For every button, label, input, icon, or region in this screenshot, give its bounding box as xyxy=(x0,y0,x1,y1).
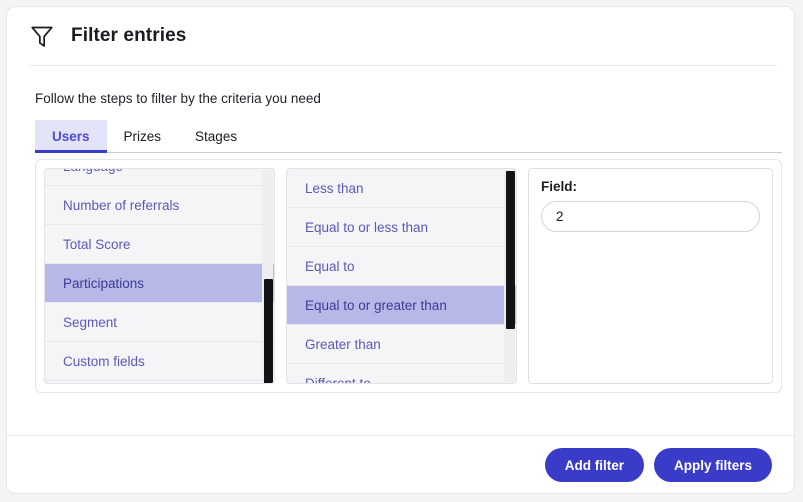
apply-filters-button[interactable]: Apply filters xyxy=(653,448,772,482)
field-value-input[interactable] xyxy=(540,201,760,232)
tab-prizes[interactable]: Prizes xyxy=(107,120,179,152)
tab-stages-label: Stages xyxy=(195,128,238,144)
list-item-selected[interactable]: Equal to or greater than xyxy=(286,286,516,325)
app-root: Filter entries Follow the steps to filte… xyxy=(0,0,803,502)
tab-stages[interactable]: Stages xyxy=(178,120,254,152)
field-list[interactable]: Language Number of referrals Total Score… xyxy=(45,169,274,383)
page-title: Filter entries xyxy=(71,25,187,46)
list-item[interactable]: Less than xyxy=(286,169,516,208)
tab-bar: Users Prizes Stages xyxy=(35,120,782,153)
operator-list-column: Less than Equal to or less than Equal to… xyxy=(285,168,517,384)
filter-builder: Language Number of referrals Total Score… xyxy=(35,159,782,393)
list-item[interactable]: Equal to xyxy=(286,247,516,286)
tab-users-label: Users xyxy=(52,128,90,144)
dialog-subtitle: Follow the steps to filter by the criter… xyxy=(35,91,321,106)
header-divider xyxy=(29,65,777,66)
value-column: Field: xyxy=(527,168,773,384)
list-item[interactable]: Number of referrals xyxy=(45,186,274,225)
list-item-selected[interactable]: Participations xyxy=(45,264,274,303)
funnel-icon xyxy=(31,26,53,47)
filter-dialog: Filter entries Follow the steps to filte… xyxy=(6,6,795,494)
list-item[interactable]: Equal to or less than xyxy=(286,208,516,247)
operator-list[interactable]: Less than Equal to or less than Equal to… xyxy=(286,169,516,383)
list-item[interactable]: Language xyxy=(45,169,274,186)
operator-list-scrollbar-thumb[interactable] xyxy=(505,171,515,329)
list-item[interactable]: Total Score xyxy=(45,225,274,264)
list-item[interactable]: Different to xyxy=(287,364,516,383)
tab-users[interactable]: Users xyxy=(35,120,107,153)
list-item[interactable]: Custom fields xyxy=(45,342,274,381)
tab-prizes-label: Prizes xyxy=(123,128,162,144)
dialog-footer: Add filter Apply filters xyxy=(7,436,794,493)
field-list-scrollbar-thumb[interactable] xyxy=(263,279,273,383)
field-list-column: Language Number of referrals Total Score… xyxy=(44,168,275,384)
add-filter-button[interactable]: Add filter xyxy=(544,448,644,482)
field-label: Field: xyxy=(540,179,577,194)
dialog-header: Filter entries xyxy=(7,7,794,65)
list-item[interactable]: Segment xyxy=(45,303,274,342)
list-item[interactable]: Greater than xyxy=(286,325,516,364)
